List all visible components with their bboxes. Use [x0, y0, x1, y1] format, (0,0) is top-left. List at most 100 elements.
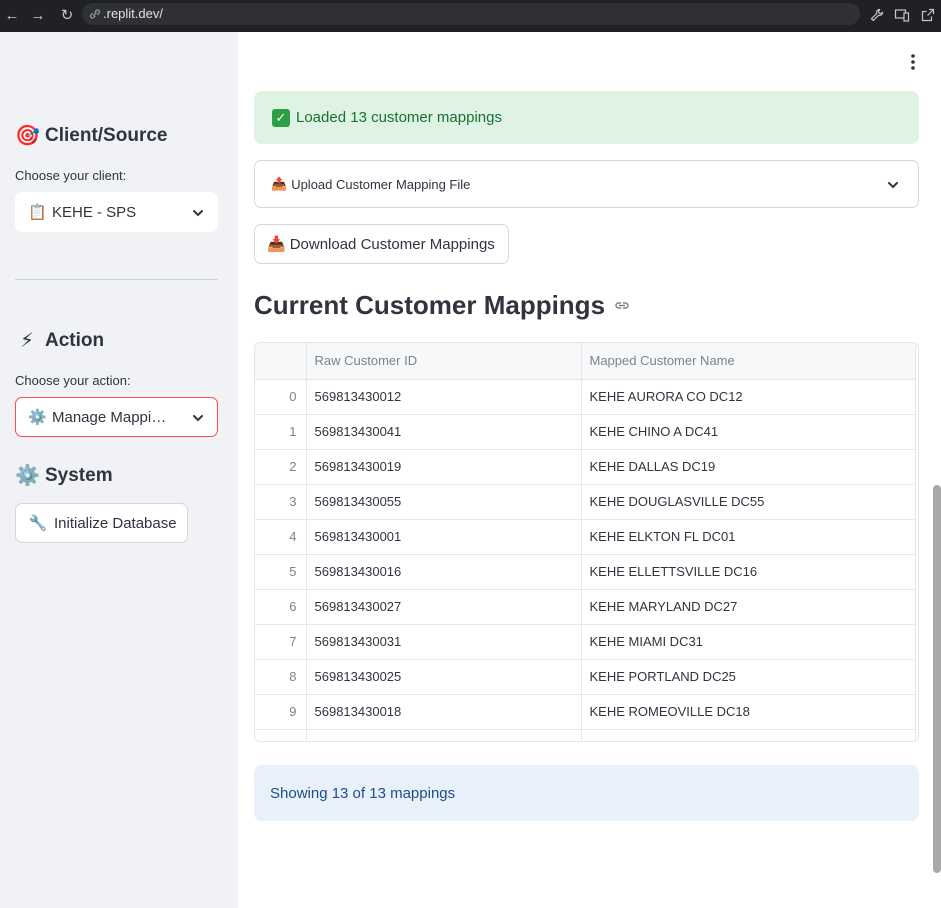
- info-alert: Showing 13 of 13 mappings: [254, 765, 919, 821]
- open-external-icon[interactable]: [920, 7, 936, 23]
- page-title: Current Customer Mappings: [254, 290, 631, 321]
- raw-customer-id-cell[interactable]: 569813430027: [306, 589, 582, 625]
- target-icon: 🎯: [15, 125, 40, 147]
- link-icon[interactable]: [613, 297, 631, 315]
- forward-icon[interactable]: →: [28, 6, 48, 26]
- mapped-customer-name-cell[interactable]: KEHE PORTLAND DC25: [581, 659, 916, 695]
- chevron-down-icon: [888, 182, 898, 189]
- back-icon[interactable]: ←: [2, 6, 22, 26]
- raw-customer-id-cell[interactable]: 569813430055: [306, 484, 582, 520]
- row-index: 5: [255, 554, 307, 590]
- chevron-down-icon: [193, 415, 203, 422]
- upload-expander[interactable]: 📤 Upload Customer Mapping File: [254, 160, 919, 208]
- mapped-customer-name-cell[interactable]: KEHE DOUGLASVILLE DC55: [581, 484, 916, 520]
- sidebar: 🎯 Client/Source Choose your client: 📋 KE…: [0, 32, 238, 908]
- system-title: System: [45, 464, 113, 486]
- raw-customer-id-cell[interactable]: 569813430025: [306, 659, 582, 695]
- table-row[interactable]: 1 569813430041 KEHE CHINO A DC41: [255, 414, 916, 450]
- mapped-customer-name-cell: [581, 729, 916, 741]
- mapped-customer-name-cell[interactable]: KEHE MIAMI DC31: [581, 624, 916, 660]
- action-title: Action: [45, 329, 105, 351]
- devices-icon[interactable]: [894, 7, 910, 23]
- sidebar-divider: [15, 279, 218, 280]
- row-index: 6: [255, 589, 307, 625]
- action-heading: ⚡ Action: [15, 328, 104, 353]
- success-message: Loaded 13 customer mappings: [296, 109, 502, 126]
- mapped-customer-name-cell[interactable]: KEHE ROMEOVILLE DC18: [581, 694, 916, 730]
- download-mappings-button[interactable]: 📥 Download Customer Mappings: [254, 224, 509, 264]
- gear-icon: ⚙️: [15, 465, 40, 487]
- check-icon: ✓: [272, 108, 290, 127]
- column-header-raw-id[interactable]: Raw Customer ID: [306, 343, 582, 380]
- wrench-icon: 🔧: [28, 515, 48, 532]
- raw-customer-id-cell[interactable]: 569813430018: [306, 694, 582, 730]
- client-source-title: Client/Source: [45, 124, 168, 146]
- info-message: Showing 13 of 13 mappings: [270, 784, 456, 802]
- client-select-value: KEHE - SPS: [52, 203, 137, 221]
- row-index: 2: [255, 449, 307, 485]
- client-select-label: Choose your client:: [15, 168, 127, 183]
- download-mappings-label: Download Customer Mappings: [289, 235, 495, 253]
- row-index: 7: [255, 624, 307, 660]
- raw-customer-id-cell[interactable]: 569813430016: [306, 554, 582, 590]
- action-select-value: Manage Mappi…: [52, 408, 167, 426]
- raw-customer-id-cell[interactable]: 569813430041: [306, 414, 582, 450]
- table-row[interactable]: 0 569813430012 KEHE AURORA CO DC12: [255, 379, 916, 415]
- table-header-row: Raw Customer ID Mapped Customer Name: [255, 343, 916, 380]
- url-text: .replit.dev/: [103, 6, 163, 21]
- mapped-customer-name-cell[interactable]: KEHE CHINO A DC41: [581, 414, 916, 450]
- raw-customer-id-cell[interactable]: 569813430012: [306, 379, 582, 415]
- table-row[interactable]: 8 569813430025 KEHE PORTLAND DC25: [255, 659, 916, 695]
- row-index: 4: [255, 519, 307, 555]
- table-row[interactable]: 9 569813430018 KEHE ROMEOVILLE DC18: [255, 694, 916, 730]
- main-content: ✓ Loaded 13 customer mappings 📤 Upload C…: [238, 32, 941, 908]
- upload-tray-icon: 📤: [271, 176, 288, 191]
- mapped-customer-name-cell[interactable]: KEHE DALLAS DC19: [581, 449, 916, 485]
- initialize-database-label: Initialize Database: [54, 514, 177, 532]
- action-select-label: Choose your action:: [15, 373, 131, 388]
- mapped-customer-name-cell[interactable]: KEHE MARYLAND DC27: [581, 589, 916, 625]
- kebab-menu-icon[interactable]: [906, 52, 920, 72]
- client-source-heading: 🎯 Client/Source: [15, 123, 167, 148]
- column-header-mapped-name[interactable]: Mapped Customer Name: [581, 343, 916, 380]
- table-row[interactable]: 4 569813430001 KEHE ELKTON FL DC01: [255, 519, 916, 555]
- page-title-text: Current Customer Mappings: [254, 290, 606, 320]
- action-select[interactable]: ⚙️ Manage Mappi…: [15, 397, 218, 437]
- mapped-customer-name-cell[interactable]: KEHE ELKTON FL DC01: [581, 519, 916, 555]
- browser-toolbar: ← → ↻ .replit.dev/: [0, 0, 941, 32]
- mappings-table[interactable]: Raw Customer ID Mapped Customer Name 0 56…: [254, 342, 919, 742]
- address-bar[interactable]: .replit.dev/: [82, 3, 860, 25]
- scrollbar-thumb[interactable]: [933, 485, 941, 873]
- row-index: 3: [255, 484, 307, 520]
- table-row[interactable]: 3 569813430055 KEHE DOUGLASVILLE DC55: [255, 484, 916, 520]
- table-row[interactable]: 5 569813430016 KEHE ELLETTSVILLE DC16: [255, 554, 916, 590]
- lightning-icon: ⚡: [19, 330, 35, 352]
- mapped-customer-name-cell[interactable]: KEHE ELLETTSVILLE DC16: [581, 554, 916, 590]
- raw-customer-id-cell[interactable]: 569813430019: [306, 449, 582, 485]
- success-alert: ✓ Loaded 13 customer mappings: [254, 91, 919, 144]
- reload-icon[interactable]: ↻: [57, 6, 77, 26]
- wrench-icon[interactable]: [869, 7, 885, 23]
- raw-customer-id-cell[interactable]: 569813430031: [306, 624, 582, 660]
- table-row-partial: [255, 729, 916, 741]
- table-row[interactable]: 6 569813430027 KEHE MARYLAND DC27: [255, 589, 916, 625]
- raw-customer-id-cell[interactable]: 569813430001: [306, 519, 582, 555]
- table-row[interactable]: 7 569813430031 KEHE MIAMI DC31: [255, 624, 916, 660]
- row-index: [255, 729, 307, 741]
- initialize-database-button[interactable]: 🔧 Initialize Database: [15, 503, 188, 543]
- mapped-customer-name-cell[interactable]: KEHE AURORA CO DC12: [581, 379, 916, 415]
- row-index: 1: [255, 414, 307, 450]
- system-heading: ⚙️ System: [15, 463, 113, 488]
- table-row[interactable]: 2 569813430019 KEHE DALLAS DC19: [255, 449, 916, 485]
- client-select[interactable]: 📋 KEHE - SPS: [15, 192, 218, 232]
- row-index: 0: [255, 379, 307, 415]
- row-index: 8: [255, 659, 307, 695]
- raw-customer-id-cell: [306, 729, 582, 741]
- chevron-down-icon: [193, 210, 203, 217]
- download-tray-icon: 📥: [267, 236, 286, 253]
- link-icon: [89, 9, 101, 19]
- upload-expander-label: Upload Customer Mapping File: [291, 176, 471, 192]
- clipboard-icon: 📋: [28, 204, 47, 221]
- column-header-index: [255, 343, 307, 380]
- gear-icon: ⚙️: [28, 409, 47, 426]
